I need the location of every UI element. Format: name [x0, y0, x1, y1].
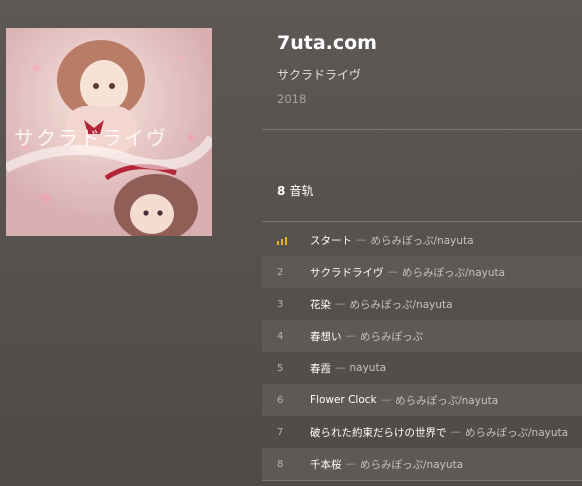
track-artist[interactable]: めらみぽっぷ/nayuta	[465, 425, 568, 440]
track-title: 春想い	[310, 330, 342, 343]
track-row-6[interactable]: 6 Flower Clock — めらみぽっぷ/nayuta	[262, 384, 582, 416]
track-number: 2	[277, 266, 284, 278]
track-title: 花染	[310, 298, 331, 311]
track-separator: —	[345, 330, 357, 342]
track-artist[interactable]: めらみぽっぷ/nayuta	[402, 265, 505, 280]
track-artist[interactable]: nayuta	[350, 362, 387, 374]
track-row-4[interactable]: 4 春想い — めらみぽっぷ	[262, 320, 582, 352]
track-separator: —	[450, 426, 462, 438]
equalizer-bars-icon	[277, 236, 310, 245]
track-separator: —	[380, 394, 392, 406]
track-row-2[interactable]: 2 サクラドライヴ — めらみぽっぷ/nayuta	[262, 256, 582, 288]
track-artist[interactable]: めらみぽっぷ/nayuta	[350, 297, 453, 312]
track-number: 7	[277, 426, 284, 438]
album-artist[interactable]: サクラドライヴ	[277, 66, 361, 83]
tracklist-bottom-divider	[262, 480, 582, 481]
track-artist[interactable]: めらみぽっぷ/nayuta	[360, 457, 463, 472]
track-count-number: 8	[277, 184, 286, 198]
track-separator: —	[335, 362, 346, 374]
track-separator: —	[345, 458, 357, 470]
track-count-label: 音轨	[289, 184, 314, 198]
tracklist-divider	[262, 221, 582, 222]
track-separator: —	[387, 266, 399, 278]
track-row-3[interactable]: 3 花染 — めらみぽっぷ/nayuta	[262, 288, 582, 320]
track-title: スタート	[310, 234, 352, 247]
track-title: 千本桜	[310, 458, 342, 471]
track-title: 春霞	[310, 362, 331, 375]
track-title: 破られた約束だらけの世界で	[310, 426, 447, 439]
track-number: 4	[277, 330, 284, 342]
track-row-8[interactable]: 8 千本桜 — めらみぽっぷ/nayuta	[262, 448, 582, 480]
album-title: 7uta.com	[277, 32, 377, 54]
album-cover[interactable]: サクラドライヴ	[6, 28, 212, 236]
track-count: 8 音轨	[277, 182, 314, 199]
track-number: 8	[277, 458, 284, 470]
track-row-5[interactable]: 5 春霞 — nayuta	[262, 352, 582, 384]
track-number	[262, 236, 310, 245]
track-artist[interactable]: めらみぽっぷ/nayuta	[371, 233, 474, 248]
track-number: 5	[277, 362, 284, 374]
track-artist[interactable]: めらみぽっぷ/nayuta	[395, 393, 498, 408]
track-title: サクラドライヴ	[310, 266, 384, 279]
track-row-7[interactable]: 7 破られた約束だらけの世界で — めらみぽっぷ/nayuta	[262, 416, 582, 448]
album-year: 2018	[277, 92, 307, 106]
cover-title-text: サクラドライヴ	[14, 126, 168, 150]
track-number: 6	[277, 394, 284, 406]
track-separator: —	[335, 298, 346, 310]
track-separator: —	[356, 234, 367, 246]
track-number: 3	[277, 298, 284, 310]
track-row-1[interactable]: スタート — めらみぽっぷ/nayuta	[262, 224, 582, 256]
track-list: スタート — めらみぽっぷ/nayuta 2 サクラドライヴ — めらみぽっぷ/…	[262, 224, 582, 480]
header-divider	[262, 129, 582, 130]
track-title: Flower Clock	[310, 394, 377, 406]
track-artist[interactable]: めらみぽっぷ	[360, 329, 423, 344]
